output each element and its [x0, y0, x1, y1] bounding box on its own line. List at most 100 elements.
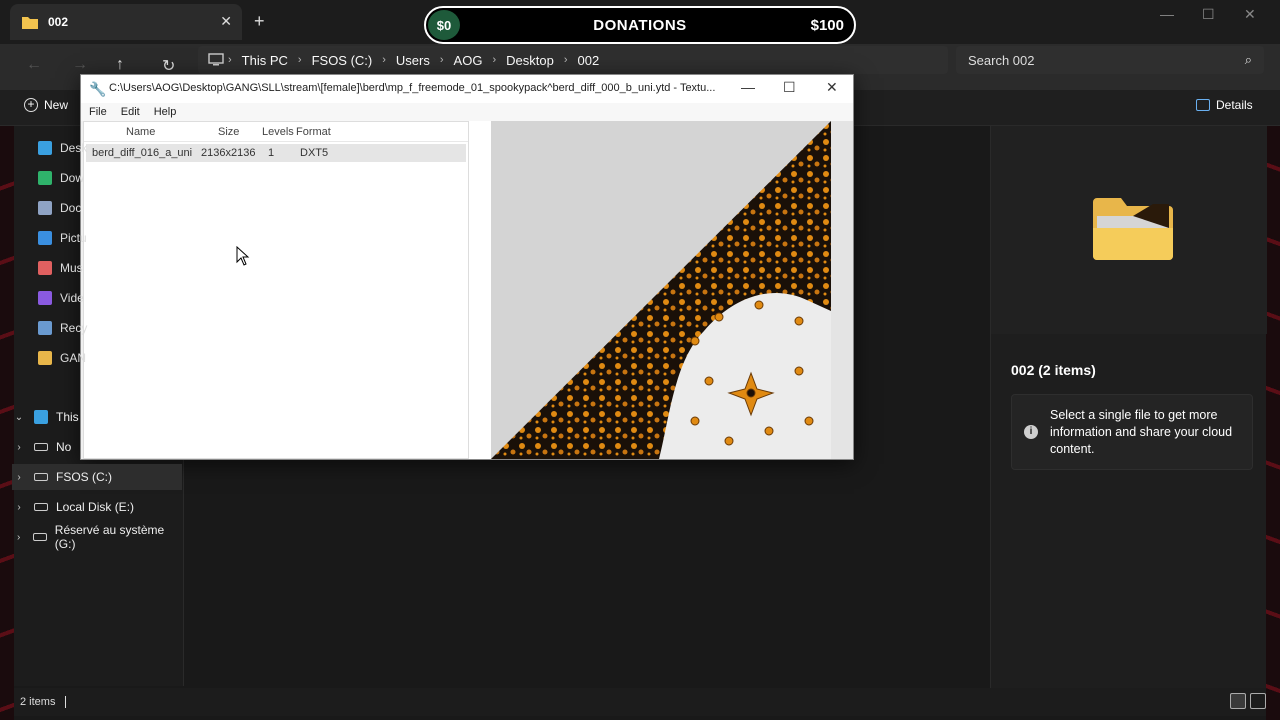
texture-window-titlebar[interactable]: 🔧 C:\Users\AOG\Desktop\GANG\SLL\stream\[…	[81, 75, 853, 103]
background-stripes-left	[0, 80, 14, 720]
donation-goal: $100	[810, 16, 844, 34]
texture-name: berd_diff_016_a_uni	[92, 147, 193, 159]
maximize-button[interactable]: ☐	[1202, 6, 1215, 23]
tex-close-button[interactable]: ✕	[826, 79, 838, 96]
desktop-icon	[38, 141, 52, 155]
music-icon	[38, 261, 52, 275]
texture-list-header: Name Size Levels Format	[84, 122, 468, 142]
tab-title: 002	[48, 15, 69, 29]
column-name[interactable]: Name	[126, 126, 155, 138]
folder-icon	[38, 351, 52, 365]
breadcrumb-fsos[interactable]: FSOS (C:)	[306, 53, 379, 68]
item-count: 2 items	[20, 696, 56, 708]
chevron-right-icon[interactable]: ›	[564, 54, 568, 66]
menu-file[interactable]: File	[89, 106, 107, 118]
texture-window-title: C:\Users\AOG\Desktop\GANG\SLL\stream\[fe…	[109, 82, 716, 94]
drive-icon	[34, 443, 48, 451]
texture-row[interactable]: berd_diff_016_a_uni 2136x2136 1 DXT5	[86, 144, 466, 162]
breadcrumb-aog[interactable]: AOG	[448, 53, 489, 68]
status-bar: 2 items	[14, 688, 1266, 716]
close-tab-icon[interactable]: ✕	[220, 13, 232, 30]
sidebar-item-7[interactable]: GAN	[38, 346, 86, 370]
sidebar-item-label: Desk	[60, 141, 88, 155]
sidebar-item-0[interactable]: Desk	[38, 136, 87, 160]
sidebar-item-1[interactable]: Dow	[38, 166, 84, 190]
texture-editor-window: 🔧 C:\Users\AOG\Desktop\GANG\SLL\stream\[…	[80, 74, 854, 460]
minimize-button[interactable]: —	[1160, 6, 1174, 22]
search-placeholder: Search 002	[968, 52, 1035, 68]
tree-item-label: FSOS (C:)	[56, 470, 112, 484]
column-levels[interactable]: Levels	[262, 126, 294, 138]
tex-maximize-button[interactable]: ☐	[783, 79, 796, 96]
chevron-right-icon[interactable]: ›	[382, 54, 386, 66]
breadcrumb-users[interactable]: Users	[390, 53, 436, 68]
drive-icon	[33, 533, 47, 541]
mouse-cursor-icon	[236, 246, 250, 266]
sidebar-item-2[interactable]: Doc	[38, 196, 81, 220]
tree-item-label: Local Disk (E:)	[56, 500, 135, 514]
tex-minimize-button[interactable]: —	[741, 79, 755, 95]
new-tab-button[interactable]: +	[254, 12, 265, 30]
column-size[interactable]: Size	[218, 126, 239, 138]
refresh-icon[interactable]: ↻	[162, 56, 175, 76]
plus-circle-icon: +	[24, 98, 38, 112]
new-button[interactable]: + New	[24, 98, 68, 112]
address-bar[interactable]: › This PC › FSOS (C:) › Users › AOG › De…	[198, 46, 948, 74]
tree-item-3[interactable]: › Local Disk (E:)	[12, 494, 182, 520]
chevron-right-icon[interactable]: ›	[228, 54, 232, 66]
sidebar-item-label: Mus	[60, 261, 83, 275]
bandana-texture-image	[491, 121, 853, 459]
tab-002[interactable]: 002 ✕	[10, 4, 242, 40]
texture-format: DXT5	[300, 147, 329, 159]
details-info-box: i Select a single file to get more infor…	[1011, 394, 1253, 470]
sidebar-item-label: GAN	[60, 351, 87, 365]
background-stripes-right	[1266, 80, 1280, 720]
menu-help[interactable]: Help	[154, 106, 177, 118]
details-button-label: Details	[1216, 98, 1253, 112]
info-icon: i	[1024, 425, 1038, 439]
tree-item-0[interactable]: ⌄ This	[12, 404, 182, 430]
forward-arrow-icon[interactable]: →	[72, 56, 88, 74]
texture-menu-bar: File Edit Help	[81, 103, 853, 121]
chevron-right-icon[interactable]: ›	[12, 442, 26, 453]
sidebar-item-label: Doc	[60, 201, 82, 215]
tiles-view-icon[interactable]	[1250, 693, 1266, 709]
recycle-bin-icon	[38, 321, 52, 335]
texture-levels: 1	[268, 147, 275, 159]
close-window-button[interactable]: ✕	[1244, 6, 1256, 23]
back-arrow-icon[interactable]: ←	[26, 56, 42, 74]
chevron-right-icon[interactable]: ›	[492, 54, 496, 66]
search-input[interactable]: Search 002 ⌕	[956, 46, 1264, 74]
screen: 002 ✕ + — ☐ ✕ $0 DONATIONS $100 ← → ↑ ↻ …	[0, 0, 1280, 720]
details-pane-icon	[1196, 99, 1210, 111]
sidebar-item-5[interactable]: Vide	[38, 286, 84, 310]
folder-large-icon	[1093, 198, 1173, 260]
sidebar-item-4[interactable]: Mus	[38, 256, 83, 280]
drive-icon	[34, 503, 48, 511]
details-pane: 002 (2 items) i Select a single file to …	[990, 126, 1267, 688]
up-arrow-icon[interactable]: ↑	[116, 56, 124, 74]
chevron-down-icon[interactable]: ⌄	[12, 412, 26, 423]
sidebar-item-label: Dow	[60, 171, 85, 185]
column-format[interactable]: Format	[296, 126, 331, 138]
chevron-right-icon[interactable]: ›	[12, 472, 26, 483]
tree-item-1[interactable]: › No	[12, 434, 182, 460]
preview-area	[991, 126, 1267, 334]
tree-item-2[interactable]: › FSOS (C:)	[12, 464, 182, 490]
chevron-right-icon[interactable]: ›	[298, 54, 302, 66]
breadcrumb-this-pc[interactable]: This PC	[236, 53, 294, 68]
search-icon[interactable]: ⌕	[1245, 52, 1252, 68]
menu-edit[interactable]: Edit	[121, 106, 140, 118]
new-button-label: New	[44, 98, 69, 112]
sidebar-item-6[interactable]: Recy	[38, 316, 87, 340]
breadcrumb-desktop[interactable]: Desktop	[500, 53, 560, 68]
tree-item-4[interactable]: › Réservé au système (G:)	[12, 523, 182, 551]
chevron-right-icon[interactable]: ›	[440, 54, 444, 66]
chevron-right-icon[interactable]: ›	[12, 532, 25, 543]
folder-icon	[22, 17, 38, 29]
sidebar-item-3[interactable]: Pictu	[38, 226, 87, 250]
breadcrumb-002[interactable]: 002	[572, 53, 606, 68]
details-button[interactable]: Details	[1196, 98, 1253, 112]
chevron-right-icon[interactable]: ›	[12, 502, 26, 513]
details-view-icon[interactable]	[1230, 693, 1246, 709]
